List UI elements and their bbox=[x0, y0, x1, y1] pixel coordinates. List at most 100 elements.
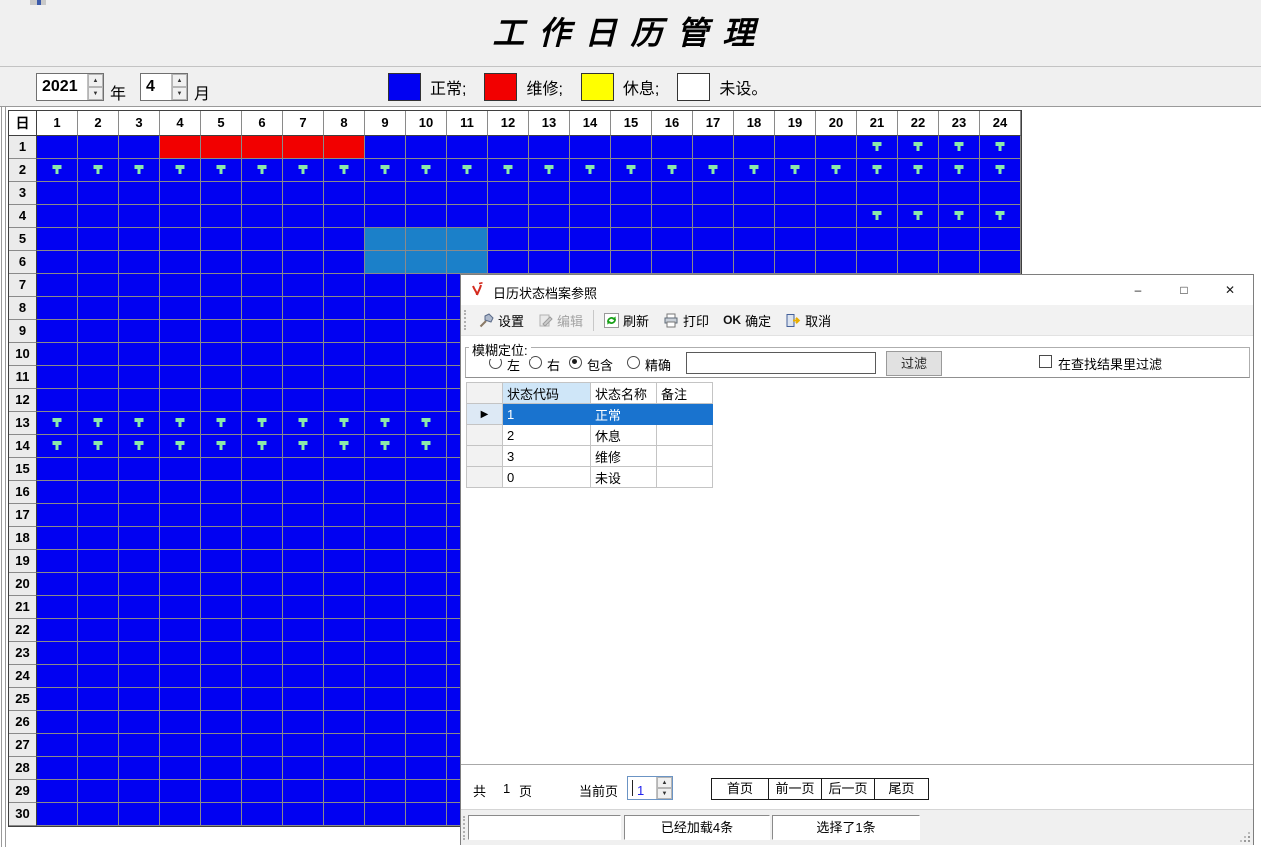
table-row[interactable]: 3维修 bbox=[467, 446, 713, 467]
calendar-cell[interactable] bbox=[283, 412, 324, 435]
minimize-button[interactable]: – bbox=[1115, 275, 1161, 305]
calendar-cell[interactable] bbox=[201, 619, 242, 642]
calendar-cell[interactable] bbox=[78, 435, 119, 458]
calendar-cell[interactable] bbox=[78, 251, 119, 274]
calendar-cell[interactable] bbox=[160, 803, 201, 826]
calendar-cell[interactable] bbox=[365, 711, 406, 734]
resize-grip[interactable] bbox=[1241, 833, 1250, 842]
calendar-cell[interactable] bbox=[201, 596, 242, 619]
calendar-cell[interactable] bbox=[488, 205, 529, 228]
calendar-cell[interactable] bbox=[980, 205, 1021, 228]
calendar-cell[interactable] bbox=[119, 665, 160, 688]
calendar-cell[interactable] bbox=[37, 366, 78, 389]
calendar-cell[interactable] bbox=[201, 780, 242, 803]
calendar-cell[interactable] bbox=[160, 297, 201, 320]
calendar-cell[interactable] bbox=[365, 343, 406, 366]
calendar-cell[interactable] bbox=[37, 550, 78, 573]
calendar-cell[interactable] bbox=[447, 228, 488, 251]
calendar-cell[interactable] bbox=[939, 136, 980, 159]
calendar-cell[interactable] bbox=[611, 182, 652, 205]
calendar-cell[interactable] bbox=[283, 136, 324, 159]
calendar-cell[interactable] bbox=[242, 734, 283, 757]
calendar-cell[interactable] bbox=[119, 366, 160, 389]
calendar-cell[interactable] bbox=[570, 182, 611, 205]
calendar-cell[interactable] bbox=[980, 251, 1021, 274]
calendar-cell[interactable] bbox=[652, 159, 693, 182]
calendar-cell[interactable] bbox=[488, 182, 529, 205]
calendar-cell[interactable] bbox=[119, 619, 160, 642]
year-up-button[interactable]: ▲ bbox=[88, 74, 103, 87]
calendar-cell[interactable] bbox=[242, 435, 283, 458]
calendar-cell[interactable] bbox=[242, 182, 283, 205]
refresh-button[interactable]: 刷新 bbox=[597, 308, 656, 333]
calendar-cell[interactable] bbox=[406, 228, 447, 251]
calendar-cell[interactable] bbox=[529, 182, 570, 205]
table-cell[interactable] bbox=[657, 467, 713, 488]
calendar-cell[interactable] bbox=[365, 251, 406, 274]
calendar-cell[interactable] bbox=[283, 734, 324, 757]
calendar-cell[interactable] bbox=[734, 251, 775, 274]
calendar-cell[interactable] bbox=[324, 366, 365, 389]
calendar-cell[interactable] bbox=[652, 182, 693, 205]
calendar-cell[interactable] bbox=[119, 481, 160, 504]
calendar-cell[interactable] bbox=[160, 389, 201, 412]
calendar-cell[interactable] bbox=[406, 435, 447, 458]
calendar-cell[interactable] bbox=[488, 251, 529, 274]
calendar-cell[interactable] bbox=[242, 136, 283, 159]
calendar-cell[interactable] bbox=[201, 550, 242, 573]
calendar-cell[interactable] bbox=[78, 803, 119, 826]
calendar-cell[interactable] bbox=[78, 136, 119, 159]
calendar-cell[interactable] bbox=[37, 734, 78, 757]
calendar-cell[interactable] bbox=[160, 527, 201, 550]
calendar-cell[interactable] bbox=[857, 251, 898, 274]
calendar-cell[interactable] bbox=[693, 136, 734, 159]
calendar-cell[interactable] bbox=[119, 596, 160, 619]
calendar-cell[interactable] bbox=[283, 803, 324, 826]
calendar-cell[interactable] bbox=[37, 274, 78, 297]
calendar-cell[interactable] bbox=[201, 274, 242, 297]
calendar-cell[interactable] bbox=[816, 182, 857, 205]
calendar-cell[interactable] bbox=[78, 412, 119, 435]
calendar-cell[interactable] bbox=[119, 435, 160, 458]
calendar-cell[interactable] bbox=[160, 550, 201, 573]
calendar-cell[interactable] bbox=[365, 435, 406, 458]
calendar-cell[interactable] bbox=[652, 136, 693, 159]
calendar-cell[interactable] bbox=[160, 596, 201, 619]
calendar-cell[interactable] bbox=[119, 389, 160, 412]
calendar-cell[interactable] bbox=[324, 734, 365, 757]
calendar-cell[interactable] bbox=[37, 757, 78, 780]
calendar-cell[interactable] bbox=[78, 504, 119, 527]
year-value[interactable]: 2021 bbox=[37, 74, 87, 100]
calendar-cell[interactable] bbox=[324, 780, 365, 803]
selector-column-header[interactable] bbox=[467, 383, 503, 404]
table-cell[interactable]: 0 bbox=[503, 467, 591, 488]
calendar-cell[interactable] bbox=[857, 136, 898, 159]
calendar-cell[interactable] bbox=[816, 159, 857, 182]
calendar-cell[interactable] bbox=[775, 136, 816, 159]
calendar-cell[interactable] bbox=[857, 205, 898, 228]
calendar-cell[interactable] bbox=[160, 619, 201, 642]
calendar-cell[interactable] bbox=[980, 136, 1021, 159]
calendar-cell[interactable] bbox=[898, 251, 939, 274]
calendar-cell[interactable] bbox=[119, 412, 160, 435]
calendar-cell[interactable] bbox=[201, 481, 242, 504]
calendar-cell[interactable] bbox=[160, 458, 201, 481]
calendar-cell[interactable] bbox=[365, 228, 406, 251]
calendar-cell[interactable] bbox=[242, 251, 283, 274]
calendar-cell[interactable] bbox=[693, 182, 734, 205]
calendar-cell[interactable] bbox=[406, 573, 447, 596]
calendar-cell[interactable] bbox=[242, 159, 283, 182]
calendar-cell[interactable] bbox=[242, 573, 283, 596]
table-cell[interactable] bbox=[657, 404, 713, 425]
calendar-cell[interactable] bbox=[242, 780, 283, 803]
calendar-cell[interactable] bbox=[365, 320, 406, 343]
calendar-cell[interactable] bbox=[201, 182, 242, 205]
calendar-cell[interactable] bbox=[529, 159, 570, 182]
calendar-cell[interactable] bbox=[78, 297, 119, 320]
current-page-value[interactable]: 1 bbox=[632, 780, 656, 796]
calendar-cell[interactable] bbox=[652, 228, 693, 251]
calendar-cell[interactable] bbox=[406, 504, 447, 527]
calendar-cell[interactable] bbox=[283, 573, 324, 596]
calendar-cell[interactable] bbox=[37, 412, 78, 435]
calendar-cell[interactable] bbox=[898, 159, 939, 182]
